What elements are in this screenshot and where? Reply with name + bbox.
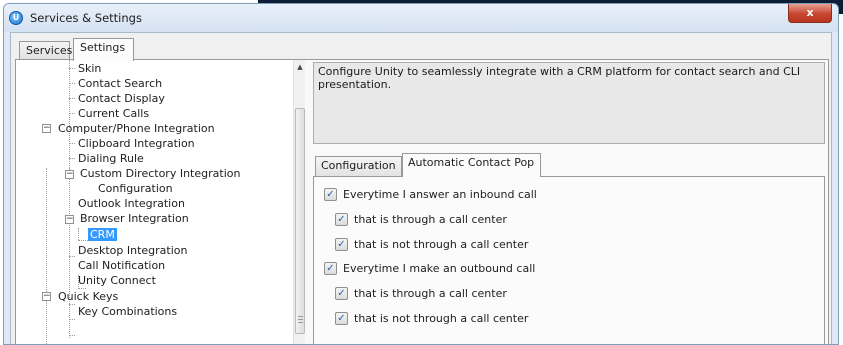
tab-automatic-contact-pop[interactable]: Automatic Contact Pop — [402, 153, 541, 177]
outbound-call-option[interactable]: ✓ Everytime I make an outbound call — [324, 261, 535, 277]
tree-item-current-calls[interactable]: Current Calls — [76, 106, 151, 121]
inbound-call-center-checkbox[interactable]: ✓ — [335, 213, 348, 226]
tree-connector — [69, 256, 75, 257]
tree-item-desktop-integration[interactable]: Desktop Integration — [76, 243, 189, 258]
services-settings-window: U Services & Settings x Services Setting… — [3, 3, 839, 345]
outbound-not-call-center-option[interactable]: ✓ that is not through a call center — [335, 311, 528, 327]
inbound-call-option[interactable]: ✓ Everytime I answer an inbound call — [324, 187, 537, 203]
tree-item-label: Call Notification — [78, 259, 166, 272]
setting-description: Configure Unity to seamlessly integrate … — [313, 62, 825, 144]
tree-connector — [69, 143, 75, 144]
title-bar[interactable]: U Services & Settings x — [4, 4, 838, 32]
tree-connector — [69, 319, 75, 320]
tree-item-label: Browser Integration — [80, 212, 189, 225]
tree-item-label: Dialing Rule — [78, 152, 144, 165]
tree-item-quick-keys[interactable]: Quick Keys — [56, 289, 120, 304]
collapse-toggle[interactable]: − — [42, 292, 51, 301]
inbound-not-call-center-checkbox[interactable]: ✓ — [335, 238, 348, 251]
tab-settings[interactable]: Settings — [73, 38, 134, 61]
tree-item-label: CRM — [88, 228, 117, 241]
grip-line — [298, 316, 303, 317]
tree-item-unity-connect[interactable]: Unity Connect — [76, 273, 158, 288]
inbound-call-checkbox[interactable]: ✓ — [324, 188, 337, 201]
tree-item-label: Current Calls — [78, 107, 150, 120]
tree-connector — [69, 113, 75, 114]
grip-line — [298, 322, 303, 323]
tree-item-contact-display[interactable]: Contact Display — [76, 91, 167, 106]
close-button[interactable]: x — [788, 4, 832, 23]
tree-connector — [46, 168, 47, 344]
crm-settings-panel: Configuration Automatic Contact Pop ✓ Eve… — [313, 152, 825, 344]
tree-connector — [69, 68, 75, 69]
app-icon: U — [9, 11, 23, 25]
settings-panel: Skin Contact Search Contact Display Curr… — [15, 59, 829, 344]
tree-item-label: Skin — [78, 62, 102, 75]
outbound-call-center-checkbox[interactable]: ✓ — [335, 287, 348, 300]
tree-item-label: Quick Keys — [58, 290, 119, 303]
grip-line — [298, 319, 303, 320]
tree-item-label: Configuration — [98, 182, 173, 195]
option-label: that is through a call center — [354, 213, 507, 226]
tree-item-label: Unity Connect — [78, 274, 156, 287]
tree-connector — [69, 98, 75, 99]
tree-item-label: Contact Display — [78, 92, 165, 105]
tree-item-label: Desktop Integration — [78, 244, 188, 257]
window-title: Services & Settings — [30, 11, 142, 25]
scroll-up-arrow-icon[interactable]: ▲ — [294, 60, 306, 74]
tree-item-outlook-integration[interactable]: Outlook Integration — [76, 196, 187, 211]
tree-item-key-combinations[interactable]: Key Combinations — [76, 304, 179, 319]
tree-connector — [69, 304, 75, 305]
tree-item-clipboard-integration[interactable]: Clipboard Integration — [76, 136, 197, 151]
tree-item-custom-directory-integration[interactable]: Custom Directory Integration — [78, 166, 242, 181]
outbound-not-call-center-checkbox[interactable]: ✓ — [335, 312, 348, 325]
tree-connector — [78, 240, 88, 241]
tree-scrollbar[interactable]: ▲ — [293, 60, 306, 344]
tree-connector — [69, 83, 75, 84]
inbound-call-center-option[interactable]: ✓ that is through a call center — [335, 212, 507, 228]
automatic-contact-pop-body: ✓ Everytime I answer an inbound call ✓ tha… — [313, 176, 825, 344]
option-label: that is not through a call center — [354, 312, 529, 325]
tree-item-skin[interactable]: Skin — [76, 61, 103, 76]
tree-item-label: Clipboard Integration — [78, 137, 195, 150]
collapse-toggle[interactable]: − — [65, 215, 74, 224]
window-client: Services Settings Skin Contact Search Co… — [10, 32, 832, 344]
tree-item-label: Outlook Integration — [78, 197, 185, 210]
tab-services[interactable]: Services — [19, 41, 72, 60]
tree-item-computer-phone-integration[interactable]: Computer/Phone Integration — [56, 121, 217, 136]
outbound-call-center-option[interactable]: ✓ that is through a call center — [335, 286, 507, 302]
tab-configuration[interactable]: Configuration — [315, 156, 402, 176]
tree-item-label: Custom Directory Integration — [80, 167, 241, 180]
option-label: that is not through a call center — [354, 238, 529, 251]
tree-item-call-notification[interactable]: Call Notification — [76, 258, 167, 273]
option-label: Everytime I answer an inbound call — [343, 188, 537, 201]
option-label: that is through a call center — [354, 287, 507, 300]
collapse-toggle[interactable]: − — [42, 124, 51, 133]
tree-item-label: Contact Search — [78, 77, 163, 90]
scroll-thumb[interactable] — [295, 108, 305, 334]
option-label: Everytime I make an outbound call — [343, 262, 536, 275]
tree-item-dialing-rule[interactable]: Dialing Rule — [76, 151, 146, 166]
tree-item-crm[interactable]: CRM — [88, 227, 117, 242]
tree-item-label: Computer/Phone Integration — [58, 122, 215, 135]
outbound-call-checkbox[interactable]: ✓ — [324, 262, 337, 275]
tree-connector — [78, 228, 79, 240]
tree-connector — [69, 335, 75, 336]
collapse-toggle[interactable]: − — [65, 170, 74, 179]
tree-item-label: Key Combinations — [78, 305, 178, 318]
tree-item-contact-search[interactable]: Contact Search — [76, 76, 164, 91]
tree-connector — [69, 158, 75, 159]
tree-item-configuration[interactable]: Configuration — [96, 181, 175, 196]
settings-tree: Skin Contact Search Contact Display Curr… — [16, 60, 306, 344]
tree-connector — [69, 168, 70, 338]
tree-connector — [69, 60, 70, 172]
tree-item-browser-integration[interactable]: Browser Integration — [78, 211, 191, 226]
inbound-not-call-center-option[interactable]: ✓ that is not through a call center — [335, 237, 528, 253]
